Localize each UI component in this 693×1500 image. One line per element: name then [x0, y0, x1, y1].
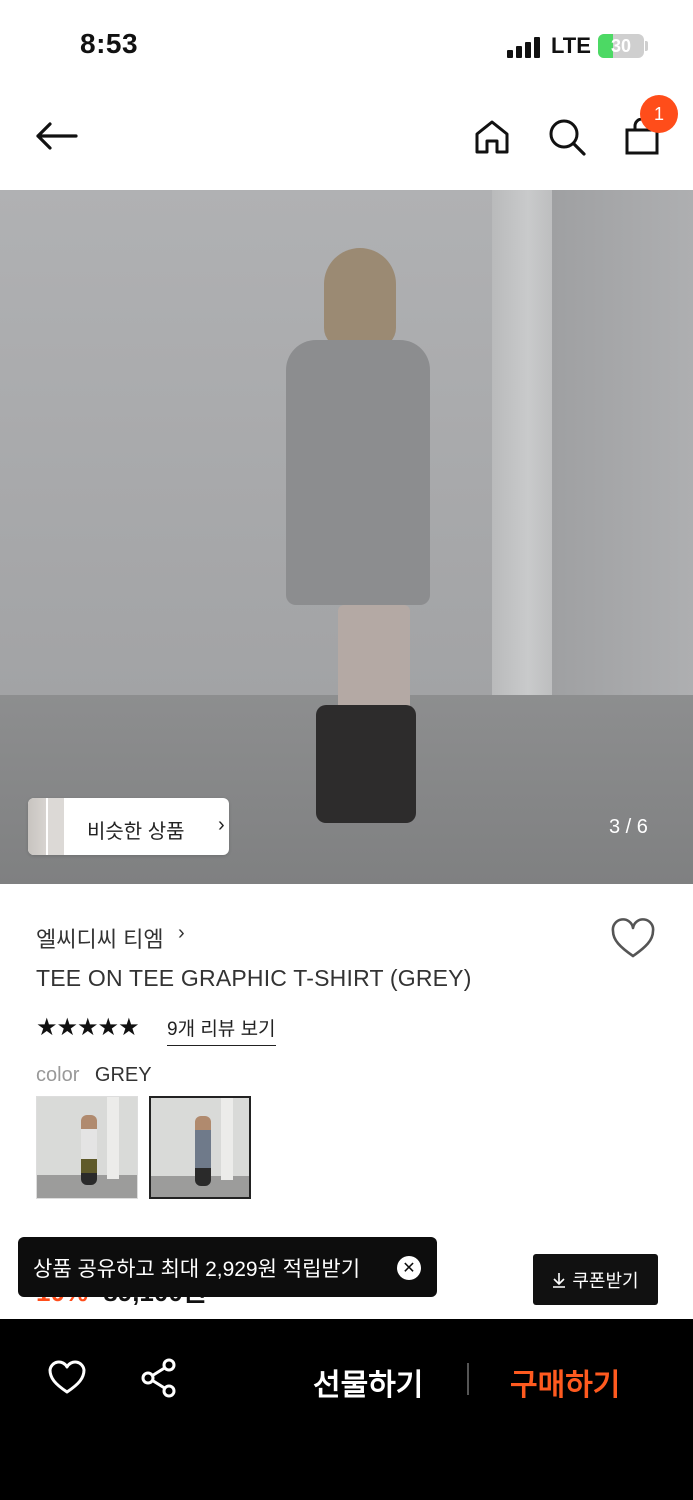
- product-image-gallery[interactable]: [0, 190, 693, 884]
- download-icon: [553, 1272, 566, 1288]
- share-button[interactable]: [140, 1358, 178, 1398]
- home-icon: [475, 120, 509, 154]
- arrow-left-icon: [36, 122, 78, 150]
- chevron-right-icon: ›: [178, 922, 185, 944]
- coupon-button[interactable]: 쿠폰받기: [533, 1254, 658, 1305]
- color-label: color: [36, 1064, 80, 1086]
- color-swatch-grey[interactable]: [149, 1096, 251, 1199]
- heart-icon: [48, 1360, 86, 1394]
- image-counter: 3 / 6: [609, 816, 648, 838]
- product-detail-page: 8:53 LTE 30 1 비슷한 상품 › 3 / 6 엘씨디씨 티엠 › T…: [0, 0, 693, 1500]
- similar-products-button[interactable]: 비슷한 상품 ›: [28, 798, 229, 855]
- chevron-right-icon: ›: [218, 814, 225, 836]
- home-button[interactable]: [468, 113, 516, 161]
- battery-icon: 30: [598, 34, 644, 58]
- bottom-wishlist-button[interactable]: [47, 1358, 87, 1396]
- coupon-label: 쿠폰받기: [572, 1270, 639, 1291]
- share-reward-toast[interactable]: 상품 공유하고 최대 2,929원 적립받기: [18, 1237, 437, 1297]
- brand-link[interactable]: 엘씨디씨 티엠: [36, 922, 164, 954]
- gift-button[interactable]: 선물하기: [313, 1360, 423, 1404]
- toast-message: 상품 공유하고 최대 2,929원 적립받기: [33, 1258, 361, 1281]
- top-nav: [0, 90, 693, 190]
- status-bar: 8:53 LTE 30: [0, 0, 693, 90]
- similar-products-label: 비슷한 상품: [87, 821, 185, 843]
- divider: [467, 1363, 469, 1395]
- search-button[interactable]: [543, 113, 591, 161]
- close-icon[interactable]: ✕: [397, 1256, 421, 1280]
- bottom-action-bar: [0, 1319, 693, 1500]
- color-option-row: color GREY: [36, 1064, 152, 1087]
- review-link[interactable]: 9개 리뷰 보기: [167, 1014, 276, 1046]
- rating-stars: ★★★★★: [36, 1014, 140, 1041]
- color-swatch-white[interactable]: [36, 1096, 138, 1199]
- wishlist-button[interactable]: [610, 918, 656, 960]
- color-value: GREY: [94, 1064, 152, 1086]
- buy-button[interactable]: 구매하기: [510, 1360, 620, 1404]
- back-button[interactable]: [32, 112, 80, 160]
- signal-icon: [507, 36, 543, 58]
- share-icon: [141, 1358, 176, 1398]
- product-title: TEE ON TEE GRAPHIC T-SHIRT (GREY): [36, 965, 472, 991]
- cart-count-badge: 1: [640, 95, 678, 133]
- battery-level: 30: [610, 36, 632, 56]
- network-label: LTE: [551, 33, 591, 58]
- heart-icon: [611, 918, 655, 958]
- status-time: 8:53: [80, 28, 139, 59]
- search-icon: [549, 119, 586, 156]
